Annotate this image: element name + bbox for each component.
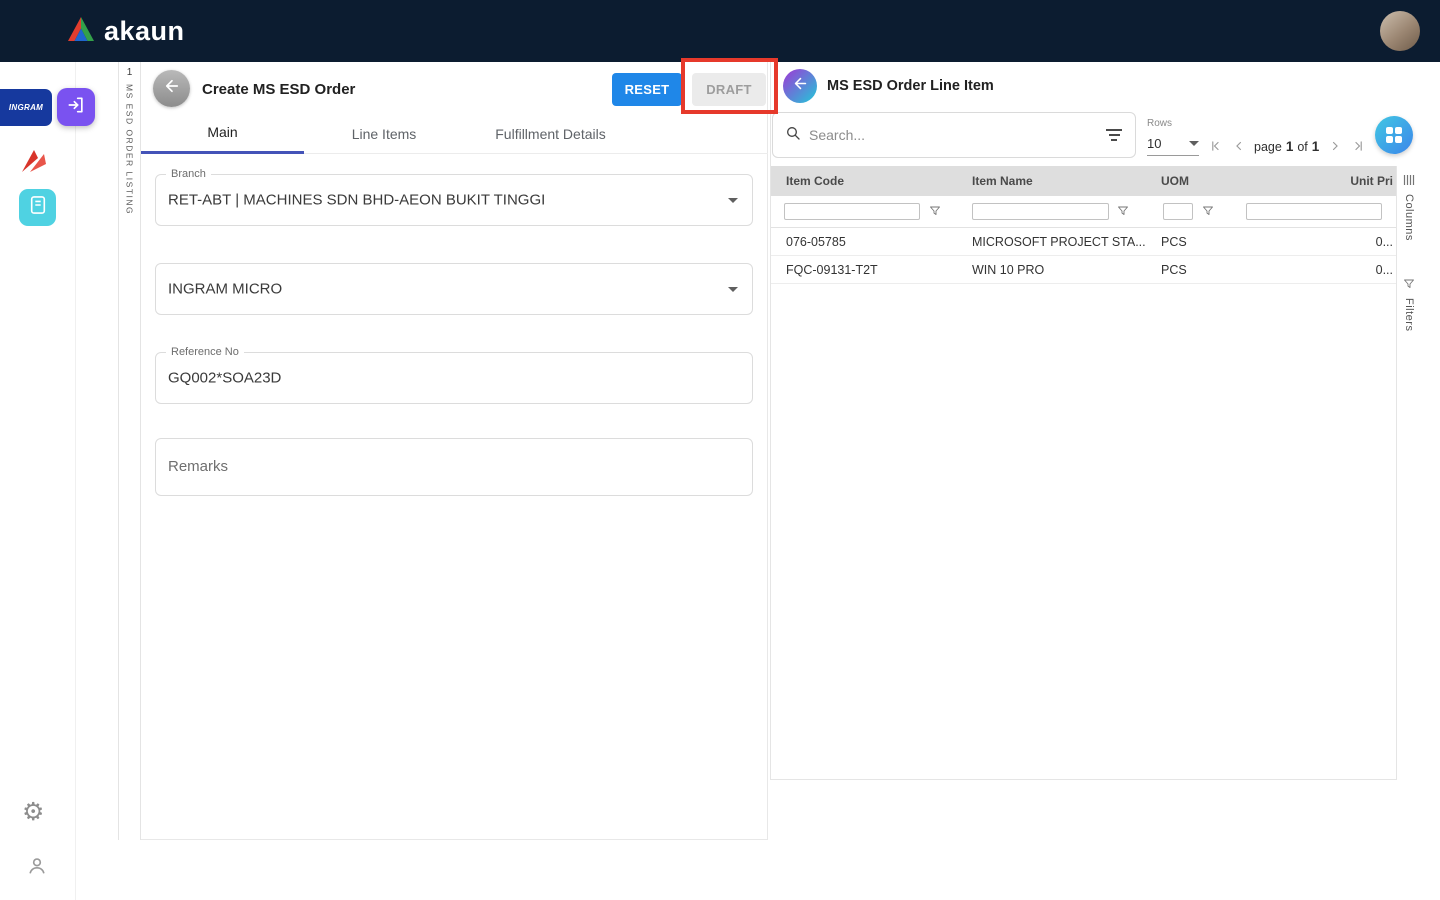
reset-button[interactable]: RESET [612, 73, 682, 106]
sidebar-item-red-app[interactable] [20, 148, 48, 174]
caret-down-icon [728, 287, 738, 292]
tab-main[interactable]: Main [141, 113, 304, 154]
cell-item-name: WIN 10 PRO [972, 256, 1044, 284]
rows-per-page-select[interactable]: 10 [1147, 132, 1199, 156]
filter-input-unit-price[interactable] [1246, 203, 1382, 220]
rows-per-page-label: Rows [1147, 118, 1172, 129]
settings-gear-icon[interactable]: ⚙ [22, 800, 44, 825]
columns-tool[interactable]: Columns [1397, 174, 1421, 241]
column-header-unit-price[interactable]: Unit Pri [1291, 166, 1393, 196]
sidebar-item-ingram[interactable]: INGRAM [0, 89, 52, 126]
brand-logo: akaun [66, 0, 185, 62]
tab-line-items[interactable]: Line Items [304, 113, 464, 154]
back-arrow-icon [163, 77, 181, 100]
back-button[interactable] [153, 70, 190, 107]
table-header-row: Item Code Item Name UOM Unit Pri [771, 166, 1396, 196]
cell-unit-price: 0... [1291, 228, 1393, 256]
caret-down-icon [728, 198, 738, 203]
create-order-panel: Create MS ESD Order RESET DRAFT Main Lin… [141, 62, 768, 840]
login-arrow-icon [66, 95, 86, 120]
grid-view-button[interactable] [1375, 116, 1413, 154]
line-item-panel-title: MS ESD Order Line Item [827, 78, 994, 94]
collapsed-listing-tab[interactable]: 1 MS ESD ORDER LISTING [118, 62, 141, 840]
red-app-icon [20, 161, 48, 178]
page-of-label: of [1297, 140, 1307, 154]
line-item-panel: MS ESD Order Line Item Rows 10 page [770, 62, 1420, 780]
page-label: page [1254, 140, 1282, 154]
back-arrow-icon [792, 75, 809, 97]
login-exit-button[interactable] [57, 88, 95, 126]
search-input[interactable] [809, 127, 1097, 143]
filter-list-icon[interactable] [1105, 129, 1123, 141]
user-avatar[interactable] [1380, 11, 1420, 51]
cell-uom: PCS [1161, 256, 1187, 284]
listing-tab-label: MS ESD ORDER LISTING [125, 84, 135, 215]
filter-input-item-code[interactable] [784, 203, 920, 220]
table-row[interactable]: 076-05785 MICROSOFT PROJECT STA... PCS 0… [771, 228, 1396, 256]
column-header-uom[interactable]: UOM [1161, 166, 1189, 196]
search-icon [785, 125, 801, 146]
prev-page-button[interactable] [1228, 136, 1249, 157]
funnel-filter-icon[interactable] [1117, 205, 1129, 217]
brand-name: akaun [104, 16, 185, 47]
reference-no-label: Reference No [166, 346, 244, 358]
top-navbar: akaun [0, 0, 1440, 62]
table-filter-row [771, 196, 1396, 228]
profile-person-icon[interactable] [26, 855, 48, 882]
line-item-table: Item Code Item Name UOM Unit Pri [771, 166, 1396, 284]
page-total: 1 [1312, 139, 1320, 154]
funnel-filter-icon [1403, 278, 1415, 293]
filters-tool[interactable]: Filters [1397, 278, 1421, 331]
reference-no-field[interactable]: Reference No GQ002*SOA23D [155, 352, 753, 404]
company-value: INGRAM MICRO [168, 281, 282, 298]
page-current: 1 [1286, 139, 1294, 154]
page-indicator: page 1 of 1 [1254, 139, 1319, 154]
column-header-item-name[interactable]: Item Name [972, 166, 1033, 196]
column-header-item-code[interactable]: Item Code [786, 166, 844, 196]
cell-item-code: FQC-09131-T2T [786, 256, 878, 284]
filter-input-item-name[interactable] [972, 203, 1109, 220]
app-sidebar: INGRAM ⚙ [0, 62, 76, 900]
filter-input-uom[interactable] [1163, 203, 1193, 220]
form-tabs: Main Line Items Fulfillment Details [141, 113, 768, 154]
rows-per-page-value: 10 [1147, 136, 1161, 151]
table-tool-strip: Columns Filters [1396, 166, 1421, 780]
next-page-button[interactable] [1324, 136, 1345, 157]
branch-label: Branch [166, 168, 211, 180]
reference-no-value: GQ002*SOA23D [168, 370, 281, 387]
branch-select[interactable]: Branch RET-ABT | MACHINES SDN BHD-AEON B… [155, 174, 753, 226]
cell-unit-price: 0... [1291, 256, 1393, 284]
company-select[interactable]: INGRAM MICRO [155, 263, 753, 315]
funnel-filter-icon[interactable] [1202, 205, 1214, 217]
app-screen: akaun INGRAM [0, 0, 1440, 900]
draft-button[interactable]: DRAFT [692, 73, 766, 106]
akaun-triangle-logo-icon [66, 16, 96, 47]
grid-icon [1386, 127, 1403, 144]
branch-value: RET-ABT | MACHINES SDN BHD-AEON BUKIT TI… [168, 192, 545, 209]
columns-icon [1403, 174, 1415, 189]
first-page-button[interactable] [1205, 136, 1226, 157]
line-item-back-button[interactable] [783, 69, 817, 103]
cell-item-name: MICROSOFT PROJECT STA... [972, 228, 1146, 256]
pagination: page 1 of 1 [1205, 134, 1368, 158]
sidebar-item-teal-app[interactable] [19, 189, 56, 226]
filters-tool-label: Filters [1403, 298, 1415, 331]
remarks-placeholder: Remarks [168, 458, 228, 475]
caret-down-icon [1189, 141, 1199, 146]
remarks-field[interactable]: Remarks [155, 438, 753, 496]
search-box [772, 112, 1136, 158]
cell-uom: PCS [1161, 228, 1187, 256]
cell-item-code: 076-05785 [786, 228, 846, 256]
table-row[interactable]: FQC-09131-T2T WIN 10 PRO PCS 0... [771, 256, 1396, 284]
tab-fulfillment-details[interactable]: Fulfillment Details [464, 113, 637, 154]
last-page-button[interactable] [1347, 136, 1368, 157]
columns-tool-label: Columns [1403, 194, 1415, 241]
notebook-icon [29, 195, 47, 220]
funnel-filter-icon[interactable] [929, 205, 941, 217]
listing-tab-index: 1 [119, 67, 140, 78]
page-title: Create MS ESD Order [202, 81, 355, 98]
